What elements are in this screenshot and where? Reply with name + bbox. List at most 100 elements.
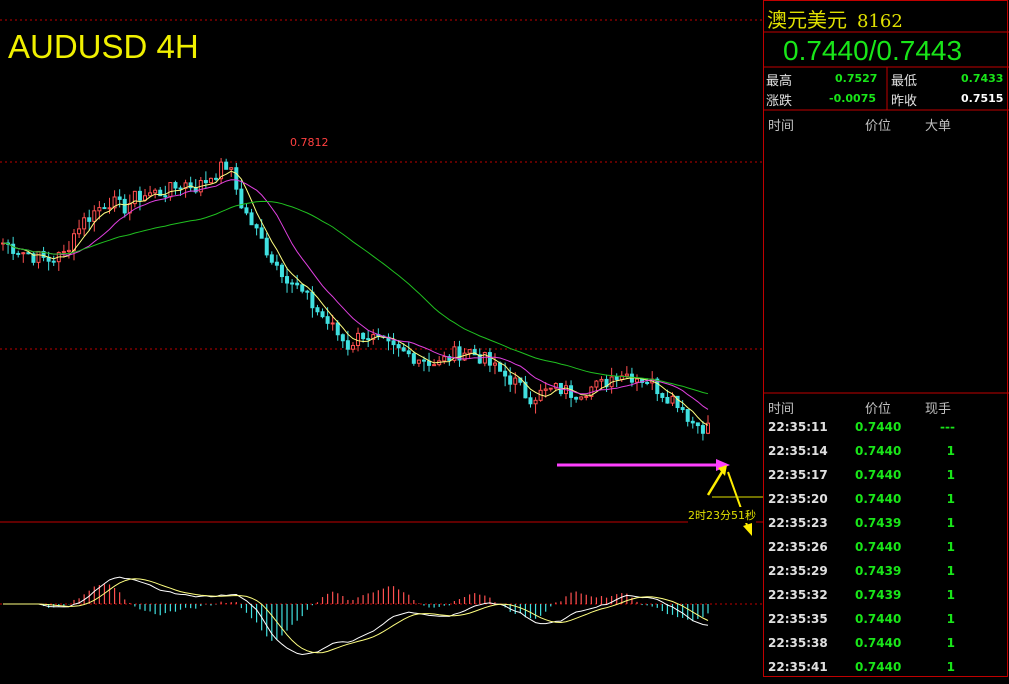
candlestick-chart [0,19,763,656]
tick-volume: 1 [946,492,955,506]
tick-time: 22:35:17 [768,468,828,482]
macd-dif-line [3,576,709,656]
tick-row: 22:35:17 0.7440 1 [763,468,1009,492]
candle-body [487,352,492,366]
chart-title: AUDUSD 4H [8,28,199,65]
tick-price: 0.7440 [855,636,902,650]
candle-body [325,316,330,324]
candle-body [229,167,234,170]
candle-body [51,260,56,263]
candle-body [285,276,290,284]
candle-body [432,364,437,367]
tick-time: 22:35:41 [768,660,828,674]
prev-close-value: 0.7515 [961,92,1004,105]
candle-body [361,332,366,340]
candle-body [350,345,355,350]
candle-body [153,189,158,194]
candle-body [584,395,589,398]
candle-body [421,359,426,362]
tick-row: 22:35:41 0.7440 1 [763,660,1009,684]
candle-body [264,237,269,256]
big-orders-header-size: 大单 [925,119,952,134]
tick-volume: 1 [946,540,955,554]
high-value: 0.7527 [835,72,878,85]
candle-body [391,340,396,346]
candle-body [117,196,122,200]
candle-body [305,290,310,293]
candle-body [680,407,685,411]
symbol-name: 澳元美元 8162 [767,4,903,33]
ticks-header-vol: 现手 [925,402,952,417]
tick-volume: 1 [946,636,955,650]
candle-body [295,282,300,286]
candle-body [92,210,97,222]
tick-volume: 1 [946,444,955,458]
tick-row: 22:35:26 0.7440 1 [763,540,1009,564]
tick-time: 22:35:32 [768,588,828,602]
change-label: 涨跌 [766,94,793,109]
tick-row: 22:35:14 0.7440 1 [763,444,1009,468]
candle-body [137,190,142,201]
candle-body [695,422,700,427]
candle-body [442,356,447,362]
tick-time: 22:35:29 [768,564,828,578]
tick-price: 0.7440 [855,420,902,434]
tick-time: 22:35:14 [768,444,828,458]
tick-price: 0.7440 [855,444,902,458]
big-orders-header-time: 时间 [768,119,795,134]
candle-body [36,250,41,263]
tick-price: 0.7440 [855,492,902,506]
candle-body [274,261,279,266]
candle-body [163,195,168,198]
candle-body [148,192,153,197]
candle-body [670,395,675,404]
candle-body [244,207,249,214]
candle-body [599,378,604,382]
candle-body [508,375,513,385]
candle-body [203,180,208,184]
candle-body [685,409,690,422]
candle-body [315,307,320,313]
candle-body [82,217,87,230]
candle-body [178,187,183,190]
tick-volume: 1 [946,612,955,626]
candle-body [492,362,497,366]
candles [1,158,710,441]
candle-body [614,376,619,380]
candle-body [543,388,548,391]
candle-body [310,291,315,309]
tick-time: 22:35:20 [768,492,828,506]
symbol-code: 8162 [857,11,903,32]
prev-close-label: 昨收 [891,94,918,109]
candle-body [269,254,274,263]
candle-body [61,251,66,254]
candle-body [401,347,406,352]
bar-countdown: 2时23分51秒 [688,507,756,523]
change-value: -0.0075 [829,92,877,105]
tick-price: 0.7440 [855,540,902,554]
tick-time: 22:35:38 [768,636,828,650]
candle-body [16,252,21,255]
candle-body [645,381,650,384]
tick-price: 0.7439 [855,516,902,530]
candle-body [356,332,361,347]
candle-body [660,393,665,398]
candle-body [548,387,553,390]
tick-row: 22:35:32 0.7439 1 [763,588,1009,612]
candle-body [249,212,254,226]
projection-arrow-down-head [743,523,752,536]
tick-price: 0.7440 [855,468,902,482]
candle-body [188,182,193,189]
candle-body [300,284,305,292]
tick-volume: --- [940,420,955,434]
tick-row: 22:35:29 0.7439 1 [763,564,1009,588]
candle-body [690,420,695,424]
candle-body [320,311,325,318]
candle-body [87,217,92,222]
candle-body [406,350,411,355]
tick-volume: 1 [946,516,955,530]
candle-body [594,380,599,388]
ticks-header-price: 价位 [865,402,892,417]
candle-body [498,362,503,372]
candle-body [122,198,127,214]
